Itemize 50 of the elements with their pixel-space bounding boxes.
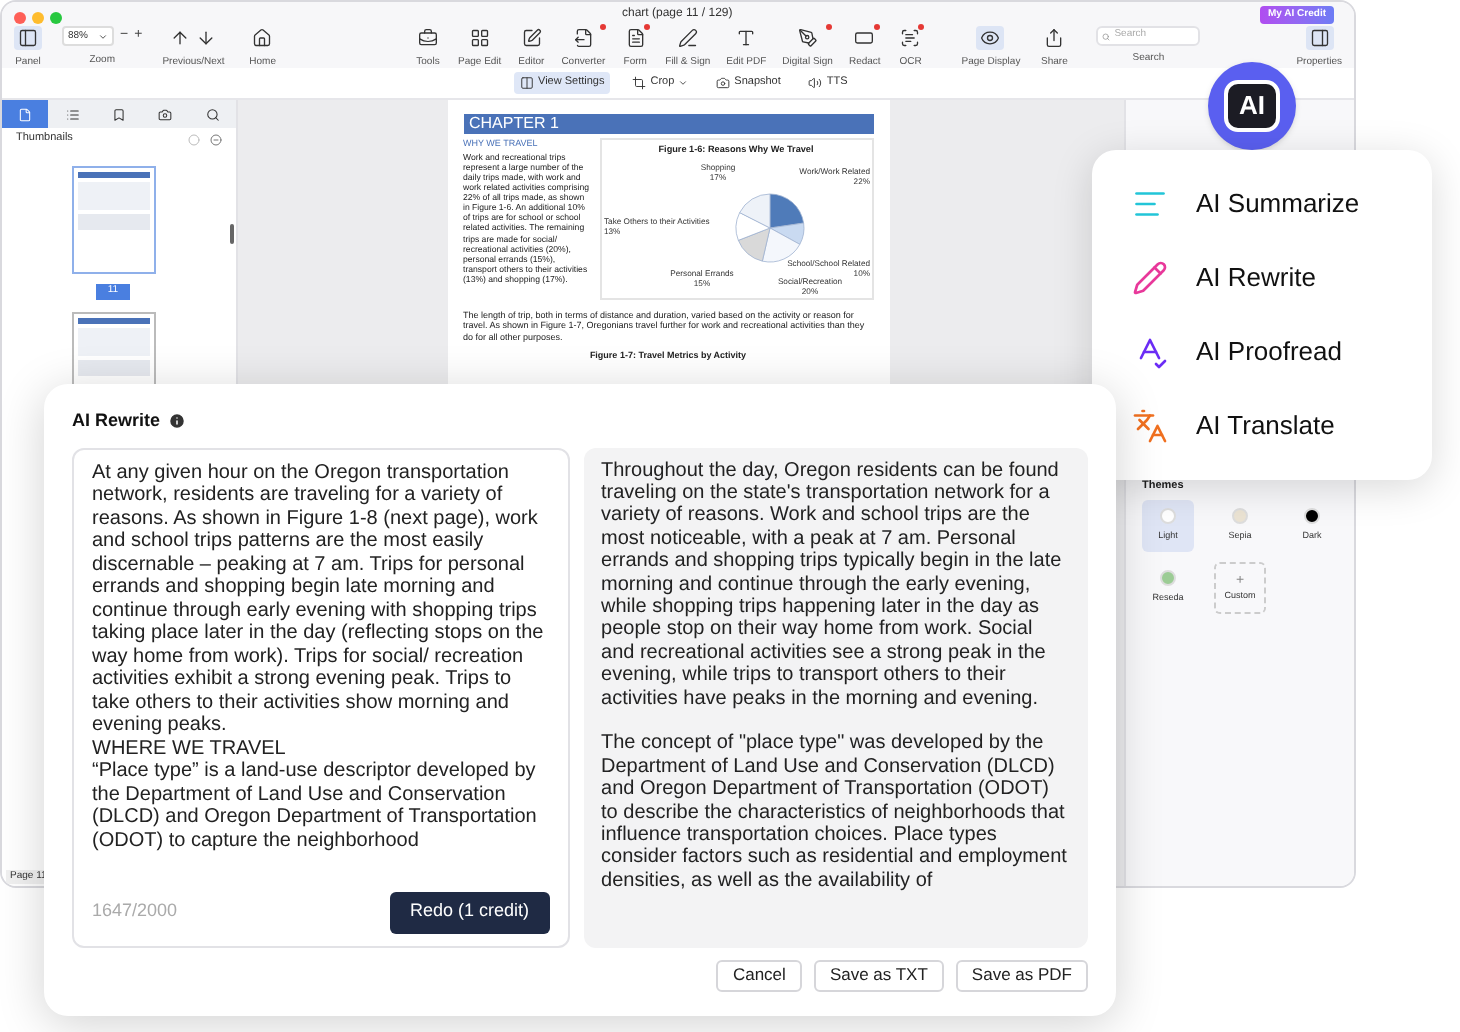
grid-icon	[469, 28, 490, 48]
list-icon	[65, 107, 80, 121]
search-icon	[1102, 31, 1111, 41]
columns-icon	[520, 76, 534, 90]
sidebar-tab[interactable]	[2, 100, 49, 128]
chevron-down-icon	[98, 31, 108, 42]
original-text: At any given hour on the Oregon transportation network, residents are traveling for a variety of reasons. As shown in Figure 1-8 (next page), work and school trips patterns are the most easily discernable – peaking at 7 am. Trips for personal errands and shopping begin late morning and continue through early evening with shopping trips taking place later in the day (reflecting stops on the way home from work). Trips for social/ recreation activities exhibit a strong evening peak. Trips to take others to their activities show morning and evening peaks. WHERE WE TRAVEL “Place type” is a land-use descriptor developed by the Department of Land Use and Conservation (DLCD) and Oregon Department of Transportation (ODOT) to capture the neighborhood	[92, 461, 546, 855]
search-icon	[205, 107, 220, 121]
redo-button[interactable]: Redo (1 credit)	[389, 891, 550, 933]
form-icon	[625, 28, 646, 48]
circle-icon[interactable]	[188, 133, 200, 145]
pencil-icon	[1132, 260, 1168, 296]
share-icon	[1044, 28, 1065, 48]
text-icon	[736, 28, 757, 48]
character-counter: 1647/2000	[92, 898, 178, 925]
scan-text-icon	[900, 28, 921, 48]
dialog-button[interactable]: Cancel	[716, 959, 802, 991]
ai-menu-item[interactable]: AI Proofread	[1092, 315, 1432, 389]
arrow-down-icon	[196, 28, 217, 48]
panel-icon	[18, 28, 38, 48]
eye-icon	[980, 28, 1001, 48]
scrollbar-thumb	[230, 224, 234, 244]
pen-square-icon	[521, 28, 542, 48]
page-thumbnail[interactable]	[71, 166, 155, 274]
result-text: Throughout the day, Oregon residents can be found traveling on the state's transportation network for a variety of reasons. Work and school trips are the most noticeable, with a peak at 7 am. Personal errands and shopping trips typically begin in the late morning and continue through the early evening, while shopping trips happening later in the day as people stop on their way home from work. Social and recreational activities see a strong peak in the evening, while trips to transport others to their activities have peaks in the morning and evening. The concept of "place type" was developed by the Department of Land Use and Conservation (DLCD) and Oregon Department of Transportation (ODOT) to describe the characteristics of neighborhoods that influence transportation choices. Place types consider factors such as residential and employment densities, as well as the availability of	[601, 459, 1069, 893]
pen-nib-icon	[797, 28, 818, 48]
info-icon[interactable]	[168, 412, 187, 431]
translate-icon	[1132, 408, 1168, 444]
arrow-up-icon	[170, 28, 191, 48]
ai-menu-item[interactable]: AI Rewrite	[1092, 241, 1432, 315]
bookmark-icon	[112, 107, 127, 121]
pie-slice	[734, 212, 770, 241]
ai-menu-item[interactable]: AI Summarize	[1092, 167, 1432, 241]
speaker-icon	[808, 76, 823, 90]
camera-icon	[716, 76, 731, 90]
chapter-heading: CHAPTER 1	[463, 114, 873, 134]
dialog-button[interactable]: Save as TXT	[813, 959, 944, 991]
briefcase-icon	[418, 28, 438, 48]
panel-icon	[1309, 28, 1330, 48]
camera-icon	[158, 107, 173, 121]
pen-icon	[677, 28, 698, 48]
file-export-icon	[573, 28, 594, 48]
crop-icon	[632, 76, 647, 90]
house-icon	[252, 28, 273, 48]
summary-lines-icon	[1132, 186, 1168, 222]
dialog-button[interactable]: Save as PDF	[955, 959, 1088, 991]
dialog-title: AI Rewrite	[72, 408, 161, 434]
page-icon	[18, 107, 33, 121]
circle-minus-icon[interactable]	[210, 133, 222, 145]
logo-text: AI	[1239, 88, 1265, 125]
